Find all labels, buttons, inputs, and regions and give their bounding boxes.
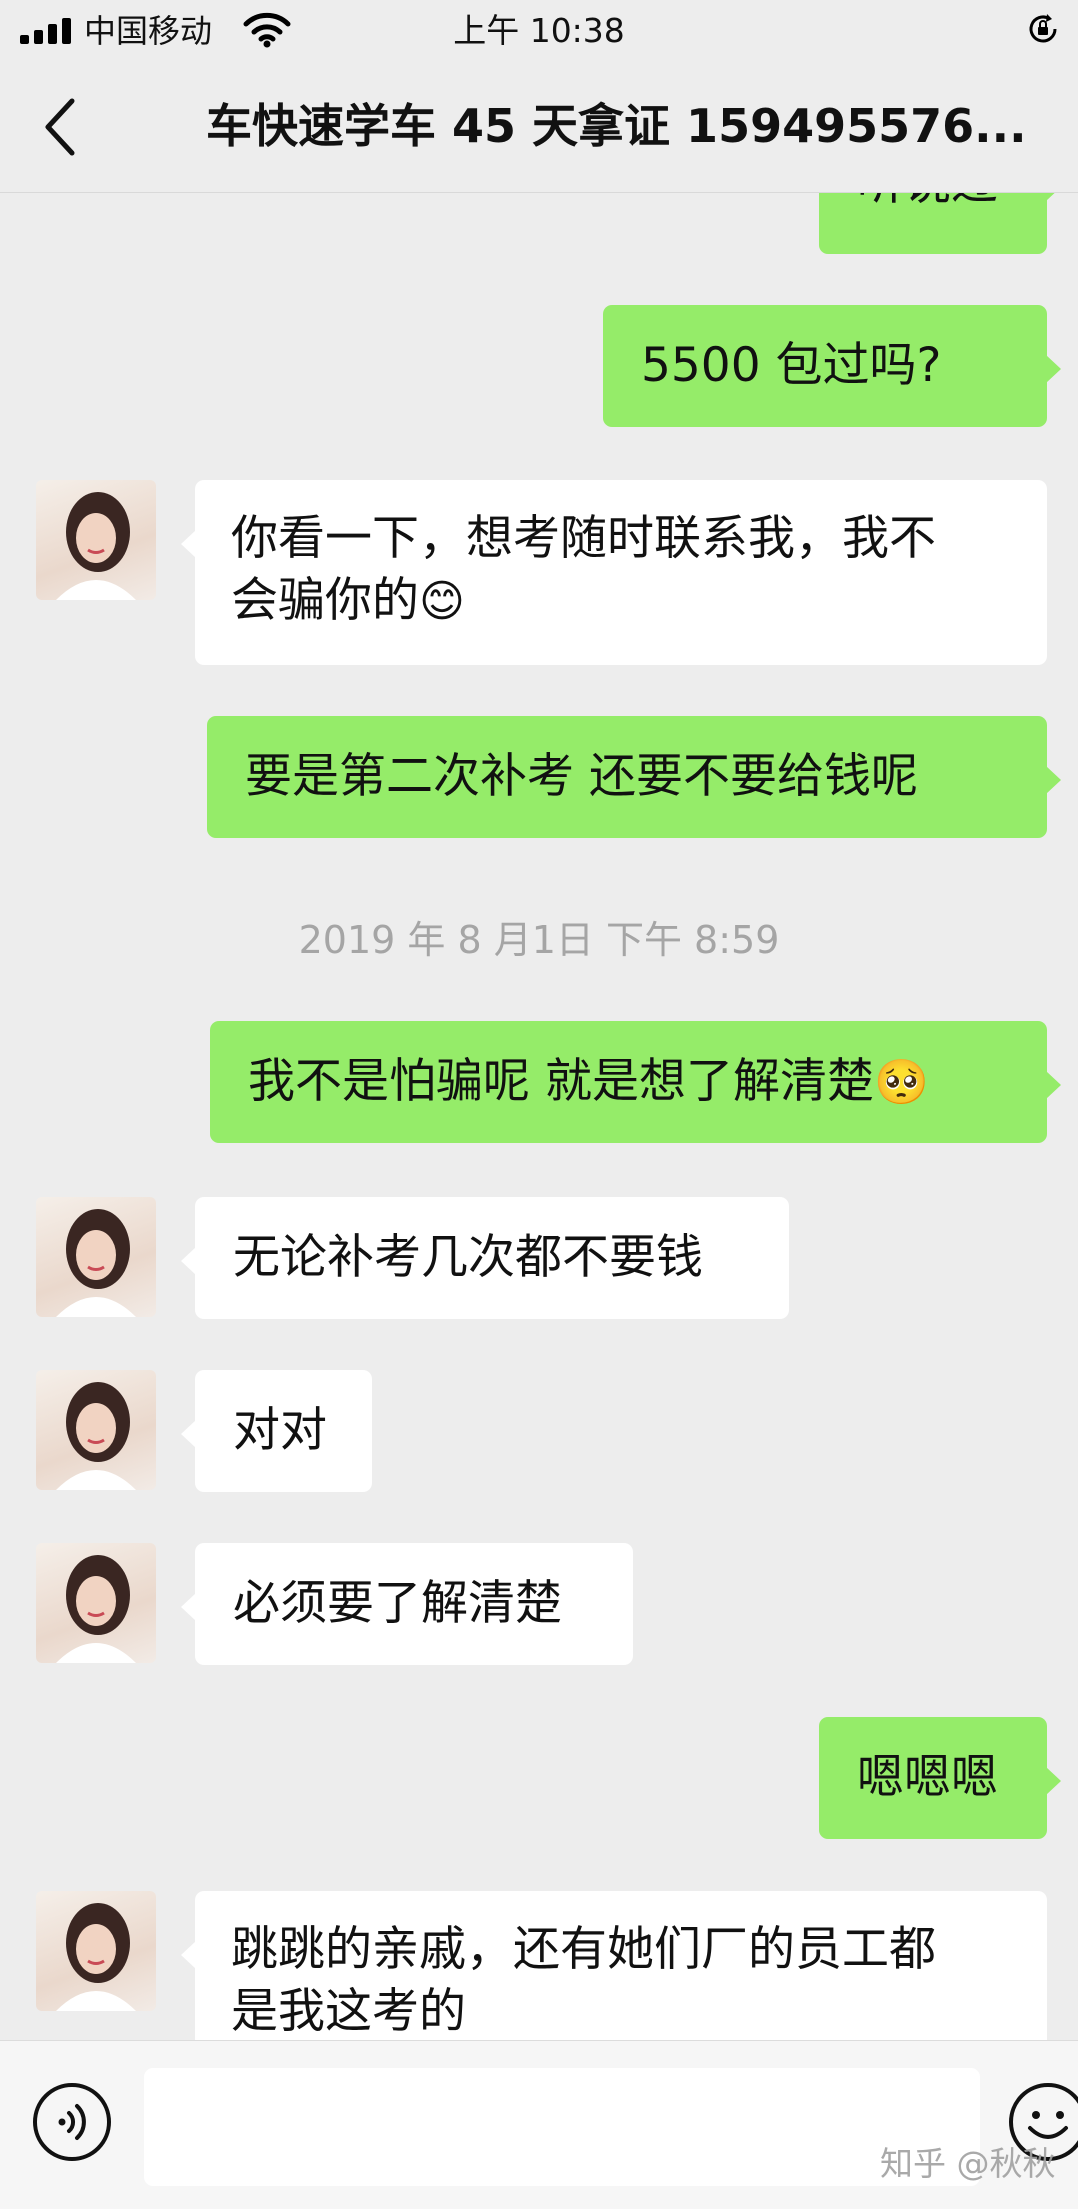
message-incoming[interactable]: 对对 — [181, 1370, 372, 1492]
message-text: 必须要了解清楚 — [233, 1576, 562, 1631]
contact-avatar[interactable] — [36, 480, 156, 600]
status-bar: 中国移动 上午 10:38 — [0, 0, 1078, 62]
message-outgoing[interactable]: 听说过 — [819, 193, 1061, 254]
message-incoming[interactable]: 跳跳的亲戚，还有她们厂的员工都 是我这考的 — [181, 1891, 1047, 2040]
chat-header: 车快速学车 45 天拿证 159495576... — [0, 62, 1078, 193]
message-text: 跳跳的亲戚，还有她们厂的员工都 — [231, 1922, 936, 1977]
contact-avatar[interactable] — [36, 1197, 156, 1317]
message-text: 我不是怕骗呢 就是想了解清楚 — [248, 1054, 874, 1109]
back-arrow-icon[interactable] — [42, 97, 78, 157]
message-outgoing[interactable]: 我不是怕骗呢 就是想了解清楚🥺 — [210, 1021, 1061, 1143]
blush-emoji-icon: 🥺 — [873, 1057, 929, 1108]
message-outgoing[interactable]: 嗯嗯嗯 — [819, 1717, 1061, 1839]
contact-avatar[interactable] — [36, 1370, 156, 1490]
message-outgoing[interactable]: 5500 包过吗? — [603, 305, 1061, 427]
message-timestamp: 2019 年 8 月1日 下午 8:59 — [298, 918, 780, 962]
watermark: 知乎 @秋秋 — [880, 2144, 1056, 2183]
message-text: 你看一下，想考随时联系我，我不 — [231, 511, 936, 566]
message-list[interactable]: 听说过 5500 包过吗? 你看一下，想考随时联系我，我不 会骗你的😊 要是第二… — [0, 193, 1078, 2040]
message-text: 要是第二次补考 还要不要给钱呢 — [245, 749, 918, 804]
message-input[interactable] — [144, 2068, 980, 2186]
contact-avatar[interactable] — [36, 1891, 156, 2011]
chat-title: 车快速学车 45 天拿证 159495576... — [206, 99, 1027, 153]
message-incoming[interactable]: 你看一下，想考随时联系我，我不 会骗你的😊 — [181, 480, 1047, 665]
message-text: 无论补考几次都不要钱 — [233, 1230, 703, 1285]
avatar-portrait-icon — [56, 1382, 136, 1490]
message-text: 是我这考的 — [231, 1984, 466, 2039]
avatar-portrait-icon — [56, 1555, 136, 1663]
voice-icon[interactable] — [32, 2082, 112, 2162]
avatar-portrait-icon — [56, 1209, 136, 1317]
message-incoming[interactable]: 无论补考几次都不要钱 — [181, 1197, 789, 1319]
message-text: 会骗你的 — [231, 573, 419, 628]
status-time: 上午 10:38 — [453, 11, 625, 50]
contact-avatar[interactable] — [36, 1543, 156, 1663]
message-text: 5500 包过吗? — [641, 338, 942, 393]
avatar-portrait-icon — [56, 1903, 136, 2011]
rotation-lock-icon — [1029, 14, 1057, 43]
message-incoming[interactable]: 必须要了解清楚 — [181, 1543, 633, 1665]
avatar-portrait-icon — [56, 492, 136, 600]
message-text: 听说过 — [857, 193, 998, 211]
message-text: 嗯嗯嗯 — [857, 1750, 998, 1805]
message-outgoing[interactable]: 要是第二次补考 还要不要给钱呢 — [207, 716, 1061, 838]
message-text: 对对 — [233, 1403, 327, 1458]
smile-emoji-icon: 😊 — [419, 576, 465, 627]
